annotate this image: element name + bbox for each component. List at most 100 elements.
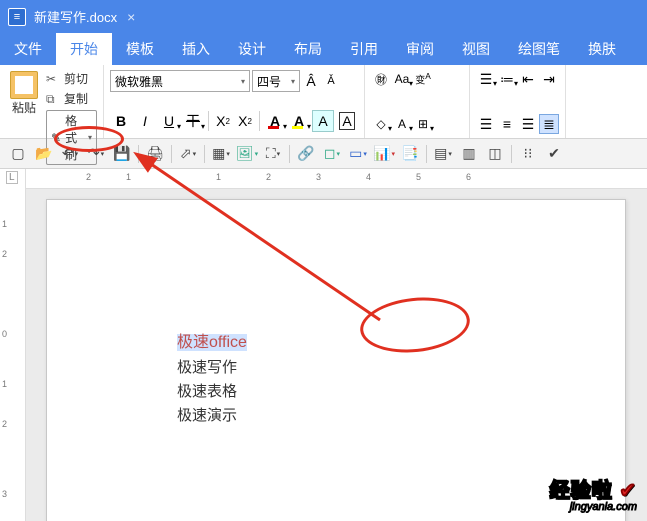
cut-button[interactable]: ✂ 剪切 (46, 70, 97, 87)
tab-template[interactable]: 模板 (112, 33, 168, 65)
chart-button[interactable]: 📊▾ (372, 142, 396, 166)
char-scale-button[interactable]: A▾ (392, 114, 412, 134)
change-case-button[interactable]: Aa▾ (392, 69, 412, 89)
ruler-mark: 4 (366, 172, 371, 182)
bullets-button[interactable]: ☰▾ (476, 69, 496, 89)
ruler-mark: 2 (266, 172, 271, 182)
grow-font-button[interactable]: Â (302, 71, 320, 91)
horizontal-ruler: 2 1 1 2 3 4 5 6 (26, 169, 647, 189)
phonetic-guide-button[interactable]: 变A (413, 69, 433, 89)
bold-button[interactable]: B (110, 110, 132, 132)
chevron-down-icon: ▾ (241, 77, 245, 86)
strikethrough-button[interactable]: 干▾ (182, 110, 204, 132)
clear-format-button[interactable]: ◇▾ (371, 114, 391, 134)
doc-line-1[interactable]: 极速office (177, 334, 247, 351)
group-font: 微软雅黑 ▾ 四号 ▾ Â Ǎ B I U▾ 干▾ X2 X2 A▾ A▾ … (104, 65, 365, 138)
watermark: 经验啦 ✔ jingyanla.com (550, 474, 637, 513)
doc-line-2[interactable]: 极速写作 (177, 356, 625, 380)
image-button[interactable]: 🖼▾ (235, 142, 259, 166)
align-right-button[interactable]: ☰ (518, 114, 538, 134)
open-button[interactable]: 📂 (32, 142, 56, 166)
doc-line-4[interactable]: 极速演示 (177, 404, 625, 428)
tab-skin[interactable]: 换肤 (574, 33, 630, 65)
link-button[interactable]: 🔗 (294, 142, 318, 166)
ruler-mark: 2 (2, 419, 7, 429)
paste-icon (10, 71, 38, 99)
new-button[interactable]: ▢ (6, 142, 30, 166)
tab-file[interactable]: 文件 (0, 33, 56, 65)
watermark-text: 经验啦 (550, 480, 613, 502)
tab-design[interactable]: 设计 (224, 33, 280, 65)
page[interactable]: 极速office 极速写作 极速表格 极速演示 (46, 199, 626, 521)
char-border-button[interactable]: A (336, 110, 358, 132)
paste-label: 粘贴 (12, 99, 36, 116)
close-tab-icon[interactable]: × (127, 9, 135, 25)
ruler-tab-indicator[interactable]: L (6, 171, 18, 184)
font-name-value: 微软雅黑 (115, 73, 163, 90)
tab-review[interactable]: 审阅 (392, 33, 448, 65)
char-shading-button[interactable]: A (312, 110, 334, 132)
title-bar: ≡ 新建写作.docx × (0, 0, 647, 33)
separator (208, 111, 209, 131)
undo-button[interactable]: ↶▾ (58, 142, 82, 166)
font-color-button[interactable]: A▾ (264, 110, 286, 132)
header-footer-button[interactable]: ▤▾ (431, 142, 455, 166)
save-button[interactable]: 💾 (110, 142, 134, 166)
separator (426, 145, 427, 163)
align-justify-button[interactable]: ≣ (539, 114, 559, 134)
tab-reference[interactable]: 引用 (336, 33, 392, 65)
watermark-button[interactable]: ◫ (483, 142, 507, 166)
decrease-indent-button[interactable]: ⇤ (518, 69, 538, 89)
group-clipboard: 粘贴 ✂ 剪切 ⧉ 复制 ✎ 格式刷 ▾ (0, 65, 104, 138)
page-content[interactable]: 极速office 极速写作 极速表格 极速演示 (47, 200, 625, 428)
numbering-button[interactable]: ≔▾ (497, 69, 517, 89)
circled-char-button[interactable]: ㊖ (371, 69, 391, 89)
word-count-button[interactable]: ⁝⁝ (516, 142, 540, 166)
screenshot-button[interactable]: ⛶▾ (261, 142, 285, 166)
vertical-ruler: L 1 2 0 1 2 3 (0, 169, 26, 521)
subscript-button[interactable]: X2 (235, 110, 255, 132)
tab-layout[interactable]: 布局 (280, 33, 336, 65)
spellcheck-button[interactable]: ✔ (542, 142, 566, 166)
ribbon-tabs: 文件 开始 模板 插入 设计 布局 引用 审阅 视图 绘图笔 换肤 (0, 33, 647, 65)
font-name-select[interactable]: 微软雅黑 ▾ (110, 70, 250, 92)
tab-draw[interactable]: 绘图笔 (504, 33, 574, 65)
page-number-button[interactable]: ▥ (457, 142, 481, 166)
document-title: 新建写作.docx (34, 7, 117, 26)
tab-home[interactable]: 开始 (56, 33, 112, 65)
group-font2: ㊖ Aa▾ 变A ◇▾ A▾ ⊞▾ (365, 65, 470, 138)
textbox-button[interactable]: ▭▾ (346, 142, 370, 166)
underline-button[interactable]: U▾ (158, 110, 180, 132)
increase-indent-button[interactable]: ⇥ (539, 69, 559, 89)
select-cursor-button[interactable]: ⬀▾ (176, 142, 200, 166)
ruler-mark: 6 (466, 172, 471, 182)
ruler-mark: 0 (2, 329, 7, 339)
ruler-mark: 1 (126, 172, 131, 182)
font-size-select[interactable]: 四号 ▾ (252, 70, 300, 92)
ruler-mark: 3 (316, 172, 321, 182)
font-size-value: 四号 (257, 73, 281, 90)
doc-line-3[interactable]: 极速表格 (177, 380, 625, 404)
asian-layout-button[interactable]: ⊞▾ (413, 114, 433, 134)
copy-icon: ⧉ (46, 92, 60, 106)
highlight-button[interactable]: A▾ (288, 110, 310, 132)
shrink-font-button[interactable]: Ǎ (322, 71, 340, 91)
align-center-button[interactable]: ≡ (497, 114, 517, 134)
copy-button[interactable]: ⧉ 复制 (46, 90, 97, 107)
table-button[interactable]: ▦▾ (209, 142, 233, 166)
tab-view[interactable]: 视图 (448, 33, 504, 65)
check-icon: ✔ (619, 480, 637, 502)
print-button[interactable]: 🖨 (143, 142, 167, 166)
tab-insert[interactable]: 插入 (168, 33, 224, 65)
align-left-button[interactable]: ☰ (476, 114, 496, 134)
redo-button[interactable]: ↷▾ (84, 142, 108, 166)
shapes-button[interactable]: ◻▾ (320, 142, 344, 166)
bookmark-button[interactable]: 📑 (398, 142, 422, 166)
document-area[interactable]: 2 1 1 2 3 4 5 6 极速office 极速写作 极速表格 极速演示 (26, 169, 647, 521)
group-paragraph: ☰▾ ≔▾ ⇤ ⇥ ☰ ≡ ☰ ≣ (470, 65, 566, 138)
ruler-mark: 1 (216, 172, 221, 182)
ruler-mark: 1 (2, 379, 7, 389)
superscript-button[interactable]: X2 (213, 110, 233, 132)
italic-button[interactable]: I (134, 110, 156, 132)
separator (259, 111, 260, 131)
